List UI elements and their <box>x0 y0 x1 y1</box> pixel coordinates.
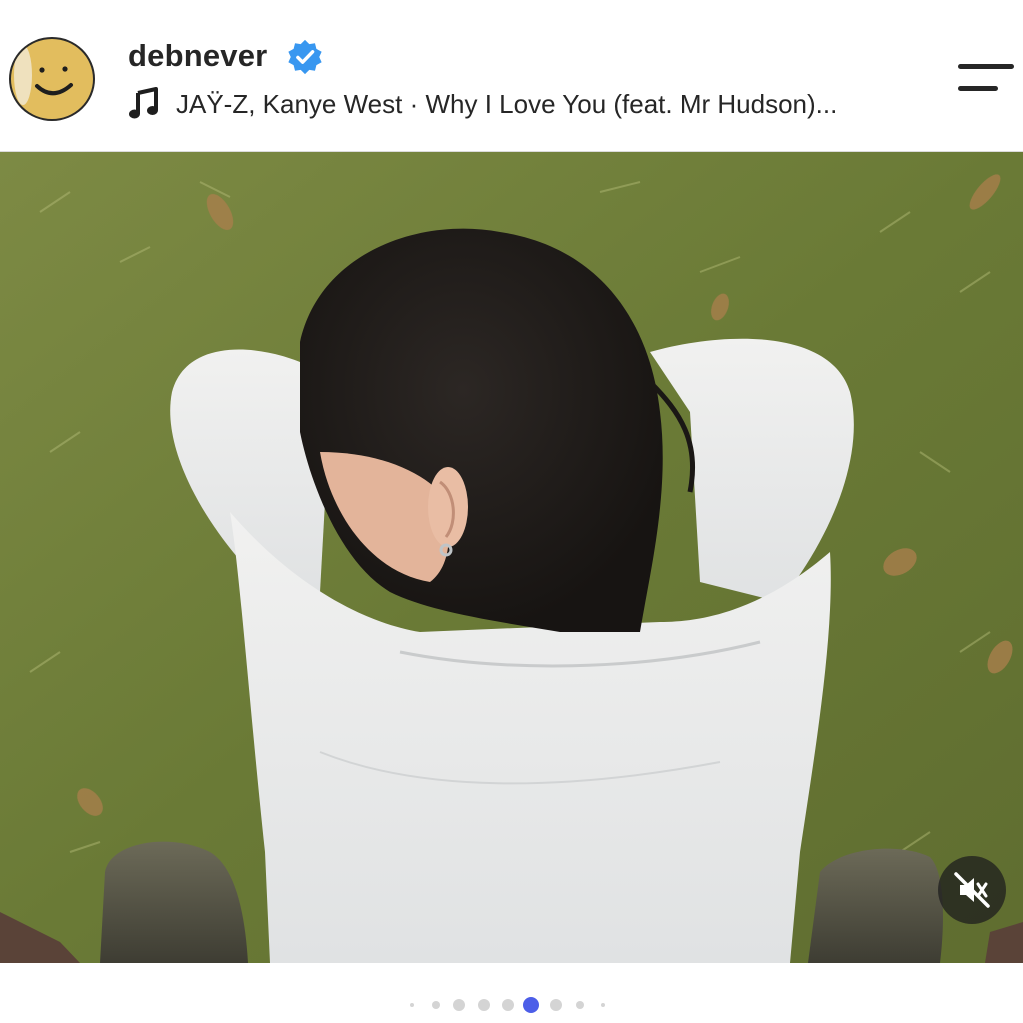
carousel-dot <box>502 999 514 1011</box>
post-photo <box>0 152 1023 963</box>
carousel-pagination <box>0 990 1023 1020</box>
carousel-dot <box>601 1003 605 1007</box>
smiley-face-icon <box>35 66 73 96</box>
carousel-dot <box>478 999 490 1011</box>
carousel-dot <box>576 1001 584 1009</box>
menu-button[interactable] <box>950 56 1020 104</box>
menu-icon <box>958 64 1014 69</box>
carousel-dot-active <box>523 997 539 1013</box>
post-container: debnever JAŸ-Z, Kanye West · Why I Love … <box>0 0 1023 1023</box>
carousel-dot <box>410 1003 414 1007</box>
carousel-dot <box>550 999 562 1011</box>
mute-toggle-button[interactable] <box>938 856 1006 924</box>
post-header: debnever JAŸ-Z, Kanye West · Why I Love … <box>0 0 1023 152</box>
post-media[interactable] <box>0 152 1023 963</box>
profile-avatar[interactable] <box>9 37 95 121</box>
carousel-dot <box>453 999 465 1011</box>
speaker-muted-icon <box>954 872 990 908</box>
verified-badge-icon <box>288 39 322 75</box>
menu-icon-line-short <box>958 86 998 91</box>
music-track-link[interactable]: JAŸ-Z, Kanye West · Why I Love You (feat… <box>176 86 837 122</box>
username[interactable]: debnever <box>128 36 267 76</box>
music-note-icon <box>129 87 158 119</box>
carousel-dot <box>432 1001 440 1009</box>
